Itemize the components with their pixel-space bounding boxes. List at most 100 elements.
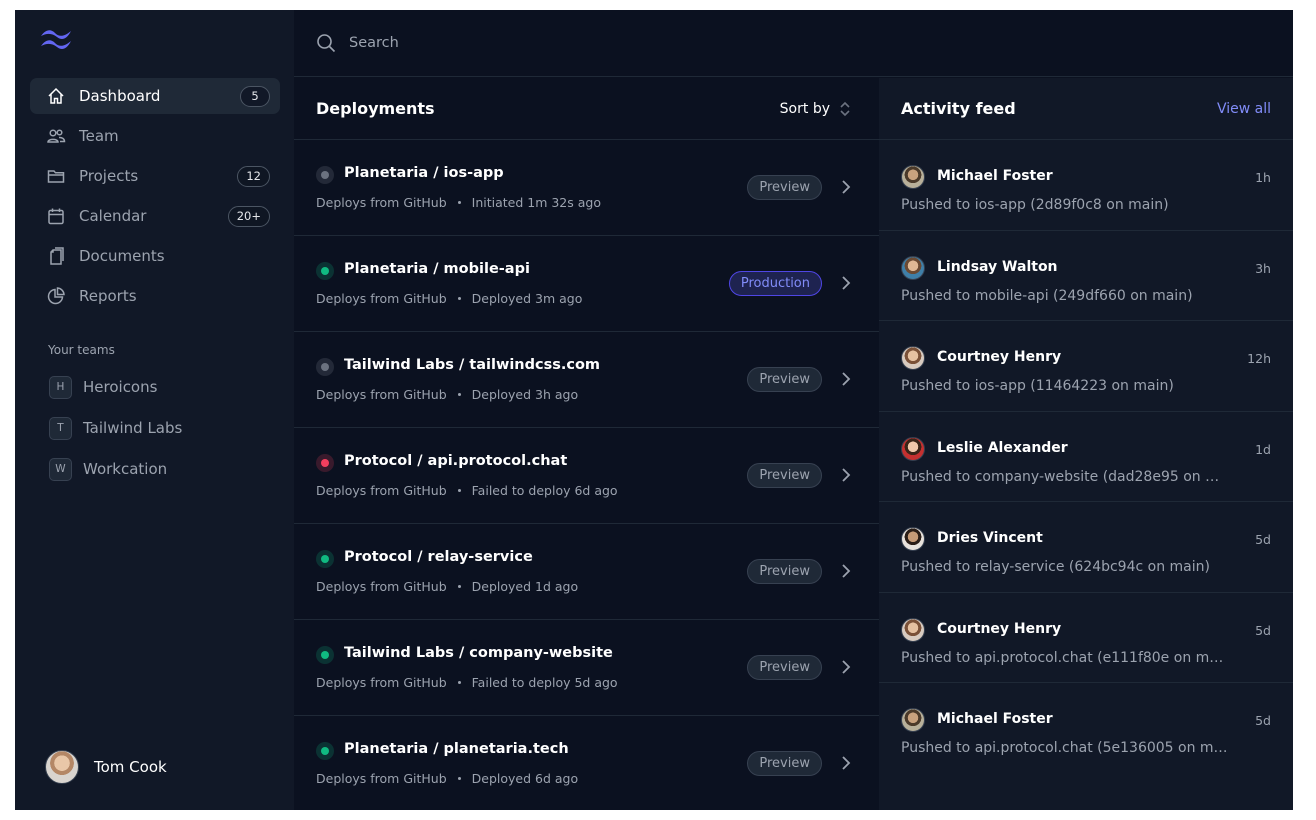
tailwind-logo-icon[interactable]	[37, 26, 77, 52]
home-icon	[46, 86, 66, 106]
sidebar-item-label: Dashboard	[79, 87, 161, 105]
separator-dot	[457, 681, 461, 684]
avatar	[901, 165, 925, 189]
activity-item: Courtney Henry 12h Pushed to ios-app (1146…	[879, 321, 1293, 412]
chevron-right-icon[interactable]	[837, 754, 855, 772]
activity-description: Pushed to ios-app (2d89f0c8 on main)	[901, 197, 1169, 213]
deployments-panel: Deployments Sort by Planetaria / ios-app…	[294, 78, 879, 810]
sidebar-item-label: Projects	[79, 167, 139, 185]
deployment-name: Planetaria / planetaria.tech	[344, 741, 569, 757]
deployment-source: Deploys from GitHub	[316, 771, 447, 786]
activity-item: Leslie Alexander 1d Pushed to company-webs…	[879, 412, 1293, 502]
avatar	[901, 346, 925, 370]
sidebar-item-label: Reports	[79, 287, 137, 305]
environment-badge: Preview	[747, 463, 822, 488]
sidebar-item-documents[interactable]: Documents	[30, 238, 280, 274]
count-badge: 5	[240, 85, 270, 107]
sort-by-button[interactable]: Sort by	[780, 101, 852, 117]
deployment-name: Tailwind Labs / company-website	[344, 645, 613, 661]
deployment-row[interactable]: Protocol / relay-service Deploys from Git…	[294, 524, 879, 620]
deployment-row[interactable]: Protocol / api.protocol.chat Deploys from…	[294, 428, 879, 524]
chart-pie-icon	[46, 286, 66, 306]
sidebar-item-label: Team	[79, 127, 119, 145]
activity-description: Pushed to api.protocol.chat (e111f80e on…	[901, 649, 1231, 666]
activity-item: Dries Vincent 5d Pushed to relay-service (…	[879, 502, 1293, 593]
deployment-meta: Deploys from GitHub Failed to deploy 6d a…	[316, 483, 618, 498]
avatar	[45, 750, 79, 784]
team-name: Heroicons	[83, 378, 158, 396]
deployments-title: Deployments	[316, 99, 435, 118]
users-icon	[46, 126, 66, 146]
environment-badge: Preview	[747, 367, 822, 392]
deployment-source: Deploys from GitHub	[316, 387, 447, 402]
activity-time: 1d	[1255, 441, 1271, 457]
sidebar-item-projects[interactable]: Projects 12	[30, 158, 280, 194]
environment-badge: Preview	[747, 751, 822, 776]
environment-badge: Production	[728, 271, 822, 296]
status-dot-icon	[316, 742, 334, 760]
deployment-meta: Deploys from GitHub Deployed 6d ago	[316, 771, 578, 786]
deployment-status-text: Deployed 3h ago	[471, 387, 579, 402]
team-initial-badge: H	[49, 375, 72, 399]
deployment-status-text: Deployed 1d ago	[471, 579, 579, 594]
count-badge: 20+	[227, 205, 270, 227]
activity-user-name: Lindsay Walton	[937, 258, 1058, 275]
activity-time: 5d	[1255, 713, 1271, 728]
chevron-right-icon[interactable]	[837, 178, 855, 196]
deployment-row[interactable]: Tailwind Labs / company-website Deploys f…	[294, 620, 879, 716]
activity-description: Pushed to ios-app (11464223 on main)	[901, 378, 1174, 394]
deployment-meta: Deploys from GitHub Deployed 3m ago	[316, 291, 582, 306]
activity-time: 5d	[1255, 622, 1271, 638]
user-profile[interactable]: Tom Cook	[45, 750, 167, 784]
deployment-row[interactable]: Planetaria / ios-app Deploys from GitHub I…	[294, 140, 879, 236]
activity-feed-panel: Activity feed View all Michael Foster 1h P…	[879, 78, 1293, 810]
deployment-source: Deploys from GitHub	[316, 291, 447, 306]
separator-dot	[457, 297, 461, 300]
sidebar-item-dashboard[interactable]: Dashboard 5	[30, 78, 280, 114]
deployments-list: Planetaria / ios-app Deploys from GitHub I…	[294, 140, 879, 810]
deployment-source: Deploys from GitHub	[316, 675, 447, 690]
status-dot-icon	[316, 454, 334, 472]
chevron-right-icon[interactable]	[837, 658, 855, 676]
search-bar	[294, 10, 1293, 77]
chevron-right-icon[interactable]	[837, 466, 855, 484]
deployment-meta: Deploys from GitHub Deployed 1d ago	[316, 579, 578, 594]
activity-description: Pushed to relay-service (624bc94c on mai…	[901, 559, 1210, 575]
status-dot-icon	[316, 646, 334, 664]
team-item[interactable]: W Workcation	[30, 451, 280, 487]
deployment-row[interactable]: Planetaria / mobile-api Deploys from GitH…	[294, 236, 879, 332]
deployment-status-text: Failed to deploy 5d ago	[471, 675, 618, 690]
deployment-name: Protocol / api.protocol.chat	[344, 453, 568, 469]
deployment-row[interactable]: Tailwind Labs / tailwindcss.com Deploys f…	[294, 332, 879, 428]
status-dot-icon	[316, 550, 334, 568]
environment-badge: Preview	[747, 175, 822, 200]
chevron-right-icon[interactable]	[837, 562, 855, 580]
chevron-right-icon[interactable]	[837, 274, 855, 292]
team-item[interactable]: T Tailwind Labs	[30, 410, 280, 446]
team-item[interactable]: H Heroicons	[30, 369, 280, 405]
sidebar-item-calendar[interactable]: Calendar 20+	[30, 198, 280, 234]
avatar	[901, 436, 925, 461]
deployment-name: Protocol / relay-service	[344, 549, 533, 565]
chevron-right-icon[interactable]	[837, 370, 855, 388]
app-frame: Dashboard 5 Team Projects 12 Calendar 20+ Docum…	[15, 10, 1293, 810]
deployment-source: Deploys from GitHub	[316, 195, 447, 210]
activity-item: Courtney Henry 5d Pushed to api.protocol.c…	[879, 593, 1293, 683]
sidebar-item-team[interactable]: Team	[30, 118, 280, 154]
deployment-meta: Deploys from GitHub Deployed 3h ago	[316, 387, 578, 402]
deployment-meta: Deploys from GitHub Failed to deploy 5d a…	[316, 675, 618, 690]
status-dot-icon	[316, 166, 334, 184]
search-input[interactable]	[349, 35, 949, 51]
activity-time: 3h	[1255, 260, 1271, 276]
separator-dot	[457, 489, 461, 492]
activity-time: 1h	[1255, 170, 1271, 185]
separator-dot	[457, 777, 461, 780]
sidebar-item-label: Documents	[79, 247, 165, 265]
activity-item: Michael Foster 1h Pushed to ios-app (2d89f…	[879, 140, 1293, 231]
deployment-status-text: Deployed 6d ago	[471, 771, 579, 786]
activity-feed-title: Activity feed	[901, 99, 1016, 118]
search-icon	[317, 34, 336, 53]
sidebar-item-reports[interactable]: Reports	[30, 278, 280, 314]
view-all-link[interactable]: View all	[1217, 101, 1271, 117]
deployment-row[interactable]: Planetaria / planetaria.tech Deploys from…	[294, 716, 879, 810]
